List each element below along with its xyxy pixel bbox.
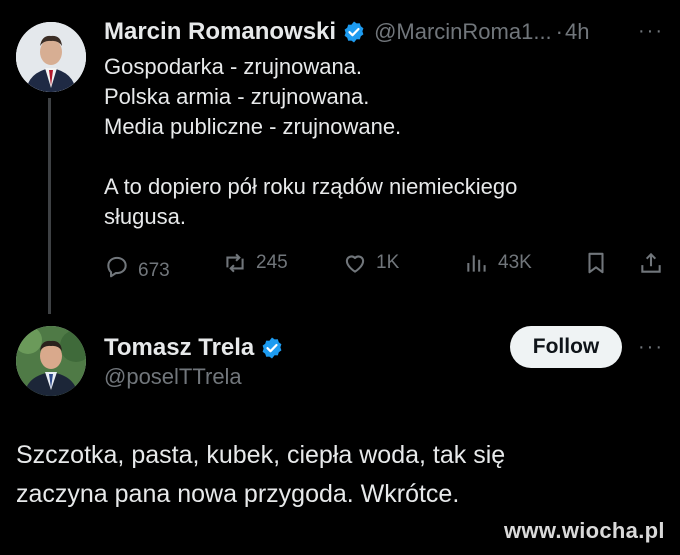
share-button[interactable] [638,250,664,276]
author-name[interactable]: Tomasz Trela [104,334,254,362]
verified-badge-icon [262,337,282,359]
bookmark-button[interactable] [583,250,609,276]
reply-count: 673 [138,260,170,281]
avatar-marcin-romanowski[interactable] [16,22,86,92]
repost-count: 245 [256,252,288,273]
more-icon[interactable]: ··· [638,336,664,359]
author-handle[interactable]: @MarcinRoma1... [374,19,552,45]
tweet1-header: Marcin Romanowski @MarcinRoma1... · 4h [104,18,664,46]
tweet2-text: Szczotka, pasta, kubek, ciepła woda, tak… [16,441,506,508]
watermark: www.wiocha.pl [504,518,665,543]
more-icon[interactable]: ··· [638,20,664,43]
views-count: 43K [498,252,532,273]
share-icon [641,252,661,273]
thread-line [48,98,51,314]
like-count: 1K [376,252,400,273]
bookmark-icon [588,252,604,274]
views-icon [467,255,486,272]
reply-icon [107,256,127,278]
author-handle[interactable]: @poselTTrela [104,364,242,390]
follow-button[interactable]: Follow [510,326,622,368]
tweet2-header: Tomasz Trela [104,334,284,362]
repost-icon [226,253,244,273]
repost-button[interactable]: 245 [222,250,288,276]
reply-button[interactable]: 673 [104,250,170,282]
separator-dot: · [555,19,563,44]
like-button[interactable]: 1K [342,250,399,276]
like-icon [345,255,365,273]
author-name[interactable]: Marcin Romanowski [104,18,336,46]
tweet1-text: Gospodarka - zrujnowana. Polska armia - … [104,54,518,229]
avatar-tomasz-trela[interactable] [16,326,86,396]
views-button[interactable]: 43K [464,250,532,276]
verified-badge-icon [344,21,364,43]
tweet-time[interactable]: 4h [565,19,589,45]
